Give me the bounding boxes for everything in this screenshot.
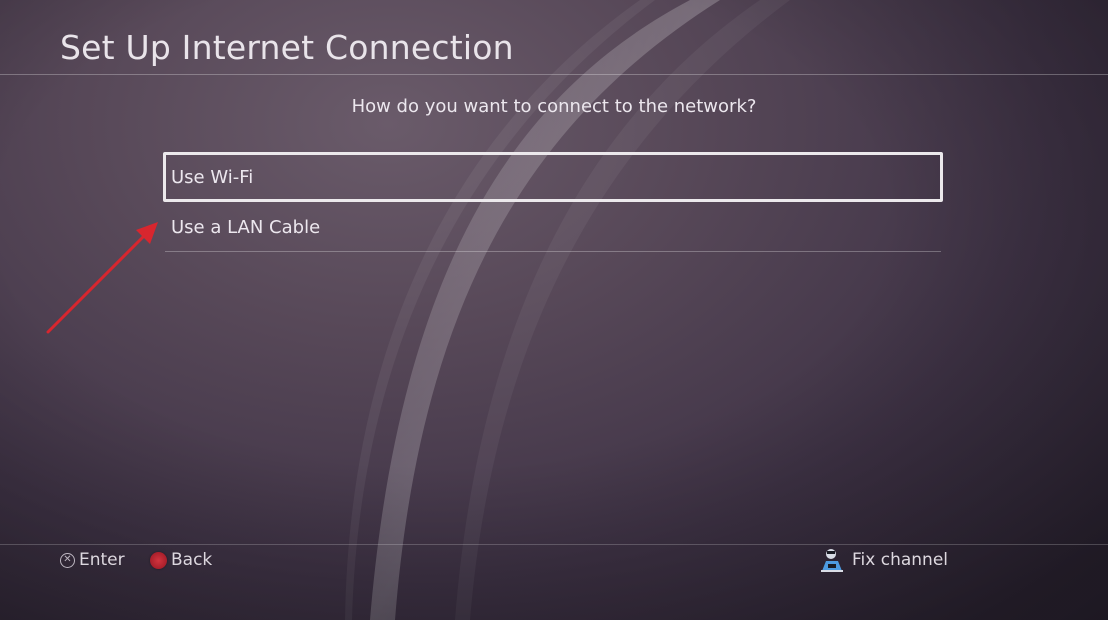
- connection-question: How do you want to connect to the networ…: [351, 96, 757, 117]
- cross-button-icon: ✕: [60, 552, 75, 568]
- back-label: Back: [171, 550, 213, 570]
- footer-divider: [0, 544, 1108, 545]
- use-wifi-option[interactable]: Use Wi-Fi: [163, 152, 943, 202]
- use-wifi-label: Use Wi-Fi: [171, 166, 254, 188]
- use-lan-cable-option[interactable]: Use a LAN Cable: [163, 202, 943, 252]
- use-lan-cable-label: Use a LAN Cable: [171, 216, 321, 238]
- fix-channel-icon: [821, 549, 843, 572]
- title-divider: [0, 74, 1108, 75]
- enter-label: Enter: [79, 550, 125, 570]
- option-divider: [165, 251, 941, 252]
- background-wave: [0, 0, 1108, 620]
- circle-button-icon: [150, 551, 167, 569]
- enter-hint[interactable]: ✕ Enter: [60, 549, 125, 571]
- red-arrow-icon: [46, 222, 158, 334]
- fix-channel-label: Fix channel: [852, 550, 948, 570]
- page-title: Set Up Internet Connection: [60, 28, 514, 67]
- fix-channel-hint[interactable]: Fix channel: [818, 549, 948, 572]
- back-hint[interactable]: Back: [150, 549, 212, 571]
